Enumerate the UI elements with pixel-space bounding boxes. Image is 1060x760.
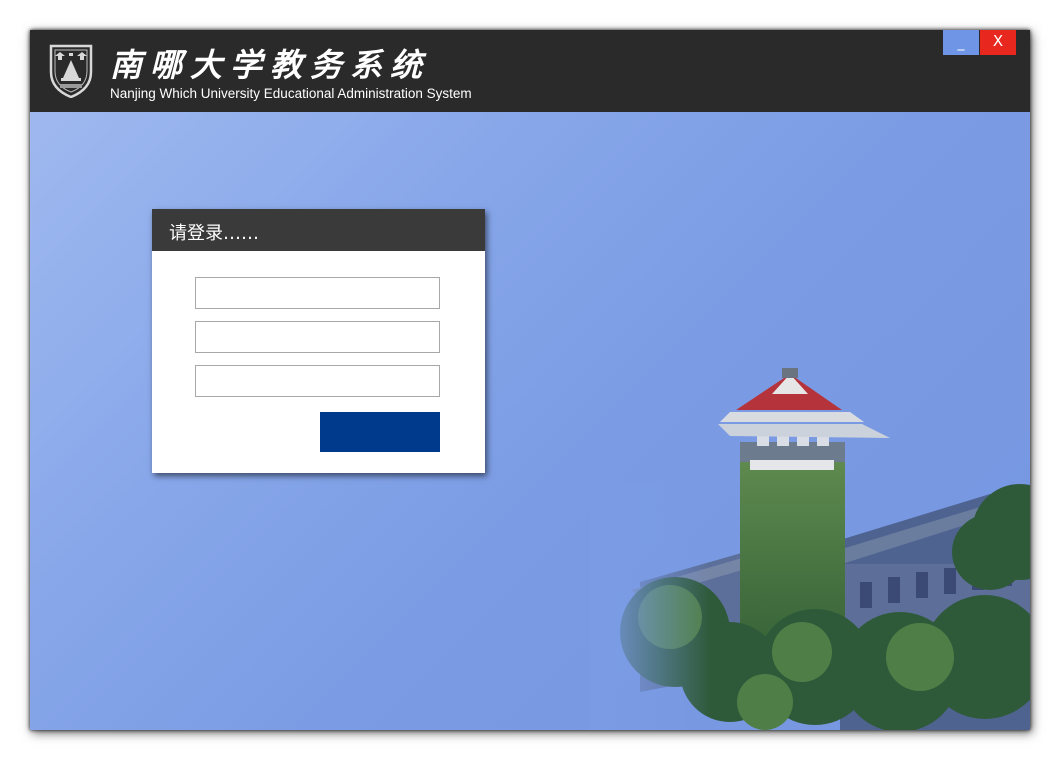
- app-window: 南哪大学教务系统 Nanjing Which University Educat…: [30, 30, 1030, 730]
- login-title: 请登录……: [169, 223, 259, 244]
- close-button[interactable]: X: [980, 30, 1016, 55]
- title-bar[interactable]: 南哪大学教务系统 Nanjing Which University Educat…: [30, 30, 1030, 112]
- university-seal-icon: [49, 44, 93, 98]
- username-input[interactable]: [195, 277, 440, 309]
- password-input[interactable]: [195, 321, 440, 353]
- login-panel-header: 请登录……: [152, 209, 485, 251]
- minimize-button[interactable]: _: [943, 30, 979, 55]
- login-button[interactable]: [320, 412, 440, 452]
- login-panel: 请登录……: [152, 209, 485, 473]
- login-background: 请登录……: [30, 112, 1030, 730]
- app-title-english: Nanjing Which University Educational Adm…: [110, 86, 472, 101]
- verification-code-input[interactable]: [195, 365, 440, 397]
- app-title-chinese: 南哪大学教务系统: [110, 46, 431, 84]
